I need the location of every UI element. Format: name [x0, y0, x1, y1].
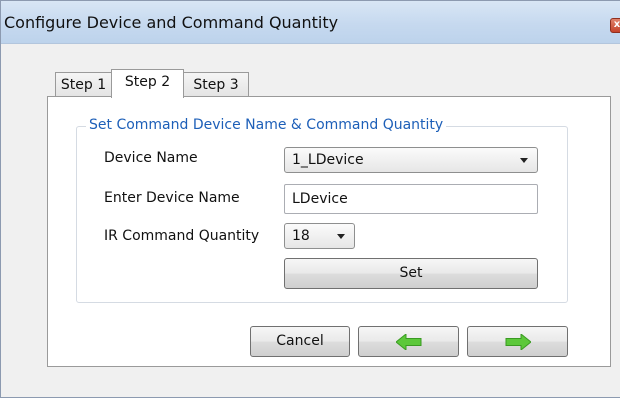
device-name-dropdown[interactable]: 1_LDevice: [284, 147, 538, 173]
device-name-label: Device Name: [104, 150, 198, 166]
group-title: Set Command Device Name & Command Quanti…: [86, 117, 447, 133]
device-name-input[interactable]: LDevice: [284, 184, 538, 214]
left-arrow-icon: [395, 333, 421, 350]
next-button[interactable]: [467, 326, 568, 357]
title-bar[interactable]: Configure Device and Command Quantity x: [1, 1, 620, 44]
tab-step-3[interactable]: Step 3: [183, 72, 249, 99]
right-arrow-icon: [505, 333, 531, 350]
cancel-button[interactable]: Cancel: [250, 326, 350, 357]
close-button[interactable]: x: [610, 18, 620, 33]
chevron-down-icon: [520, 158, 528, 163]
ir-command-quantity-label: IR Command Quantity: [104, 228, 260, 244]
chevron-down-icon: [337, 234, 345, 239]
back-button[interactable]: [358, 326, 459, 357]
device-name-selected: 1_LDevice: [292, 152, 364, 168]
ir-command-quantity-dropdown[interactable]: 18: [284, 223, 355, 249]
ir-command-quantity-selected: 18: [292, 228, 310, 244]
tab-step-1[interactable]: Step 1: [55, 72, 112, 99]
window-title: Configure Device and Command Quantity: [4, 13, 339, 32]
set-button[interactable]: Set: [284, 258, 538, 289]
enter-device-name-label: Enter Device Name: [104, 190, 240, 206]
tab-step-2[interactable]: Step 2: [111, 69, 184, 98]
